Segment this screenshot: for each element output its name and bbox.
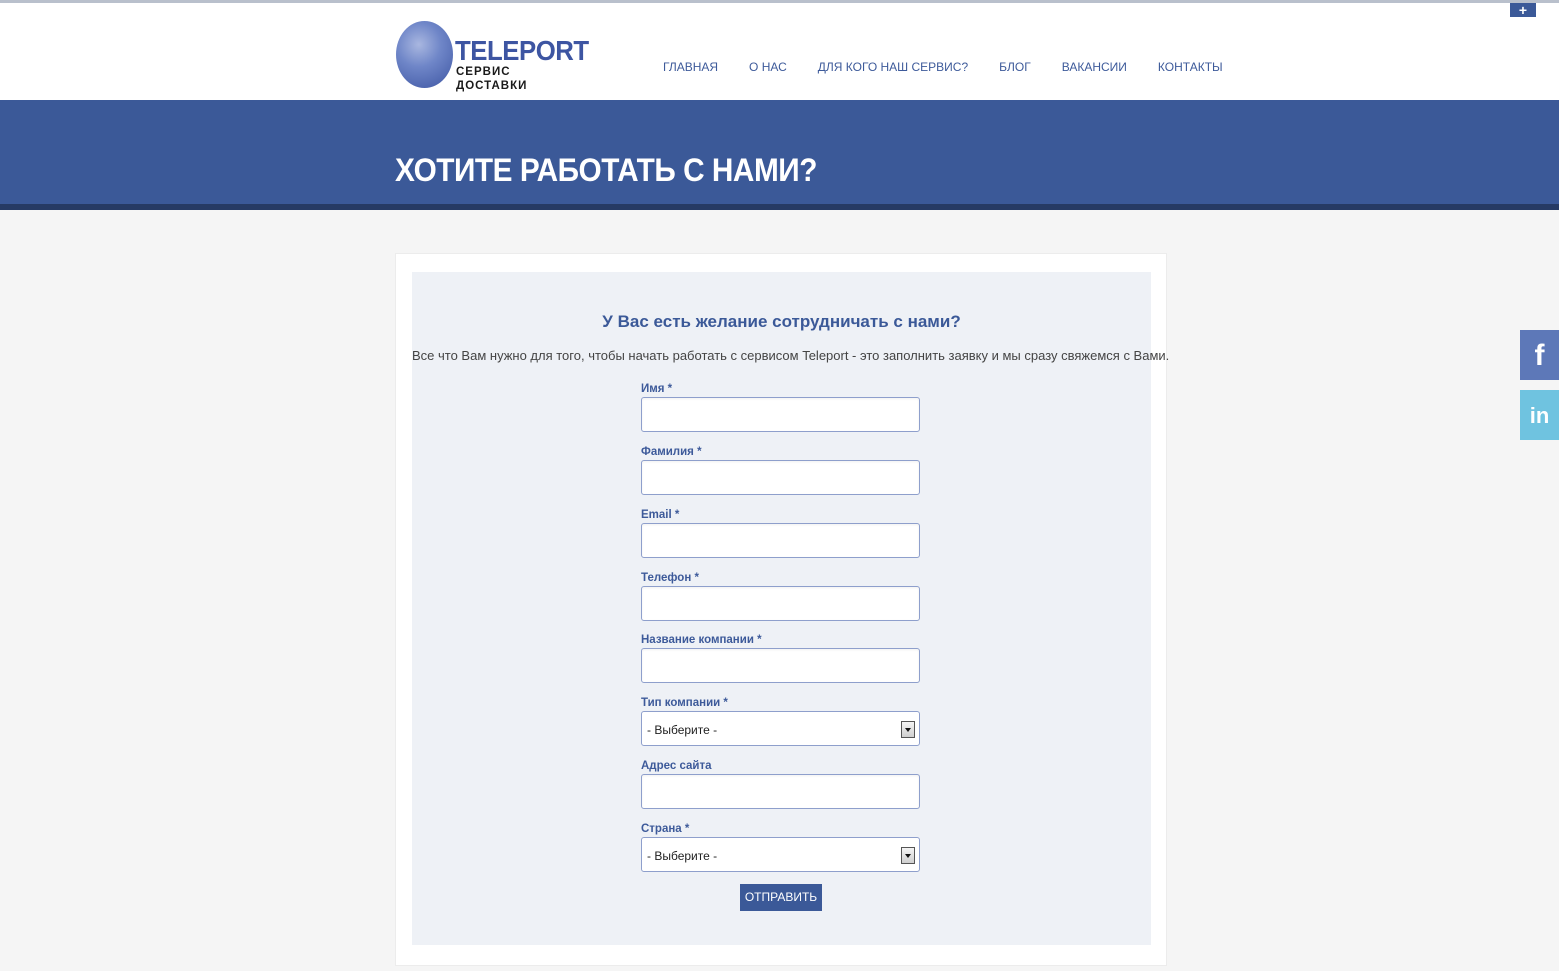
website-field[interactable] xyxy=(641,774,920,809)
chevron-down-icon[interactable] xyxy=(901,721,915,738)
company-name-field[interactable] xyxy=(641,648,920,683)
page-title: ХОТИТЕ РАБОТАТЬ С НАМИ? xyxy=(395,152,817,188)
globe-logo-icon xyxy=(396,21,453,88)
nav-item-blog[interactable]: БЛОГ xyxy=(999,60,1031,74)
form-intro-text: Все что Вам нужно для того, чтобы начать… xyxy=(412,348,1170,363)
brand-tagline: СЕРВИС ДОСТАВКИ xyxy=(456,66,528,92)
page-banner: ХОТИТЕ РАБОТАТЬ С НАМИ? xyxy=(0,100,1559,204)
country-selected-value: - Выберите - xyxy=(647,849,718,863)
email-label: Email * xyxy=(641,509,680,521)
main-nav: ГЛАВНАЯ О НАС ДЛЯ КОГО НАШ СЕРВИС? БЛОГ … xyxy=(663,60,1254,74)
website-label: Адрес сайта xyxy=(641,760,712,772)
chevron-down-icon[interactable] xyxy=(901,847,915,864)
banner-divider xyxy=(0,204,1559,210)
phone-label: Телефон * xyxy=(641,572,699,584)
first-name-label: Имя * xyxy=(641,383,673,395)
nav-item-about[interactable]: О НАС xyxy=(749,60,787,74)
nav-item-vacancies[interactable]: ВАКАНСИИ xyxy=(1062,60,1127,74)
last-name-label: Фамилия * xyxy=(641,446,702,458)
company-type-selected-value: - Выберите - xyxy=(647,723,718,737)
phone-field[interactable] xyxy=(641,586,920,621)
brand-logo[interactable]: TELEPORT СЕРВИС ДОСТАВКИ xyxy=(396,21,589,92)
brand-name: TELEPORT xyxy=(455,35,589,66)
company-name-label: Название компании * xyxy=(641,634,762,646)
email-field[interactable] xyxy=(641,523,920,558)
facebook-icon[interactable]: f xyxy=(1520,330,1559,380)
form-card: У Вас есть желание сотрудничать с нами? … xyxy=(395,253,1170,966)
plus-icon[interactable]: + xyxy=(1510,3,1536,17)
company-type-select[interactable]: - Выберите - xyxy=(641,711,920,746)
last-name-field[interactable] xyxy=(641,460,920,495)
company-type-label: Тип компании * xyxy=(641,697,728,709)
nav-item-contacts[interactable]: КОНТАКТЫ xyxy=(1158,60,1223,74)
form-title: У Вас есть желание сотрудничать с нами? xyxy=(602,312,961,331)
linkedin-icon[interactable]: in xyxy=(1520,390,1559,440)
submit-button[interactable]: ОТПРАВИТЬ xyxy=(740,884,822,911)
nav-item-for-whom[interactable]: ДЛЯ КОГО НАШ СЕРВИС? xyxy=(818,60,968,74)
form-panel: У Вас есть желание сотрудничать с нами? … xyxy=(412,272,1170,945)
site-header: TELEPORT СЕРВИС ДОСТАВКИ ГЛАВНАЯ О НАС Д… xyxy=(0,3,1559,100)
nav-item-home[interactable]: ГЛАВНАЯ xyxy=(663,60,718,74)
country-select[interactable]: - Выберите - xyxy=(641,837,920,872)
first-name-field[interactable] xyxy=(641,397,920,432)
country-label: Страна * xyxy=(641,823,690,835)
